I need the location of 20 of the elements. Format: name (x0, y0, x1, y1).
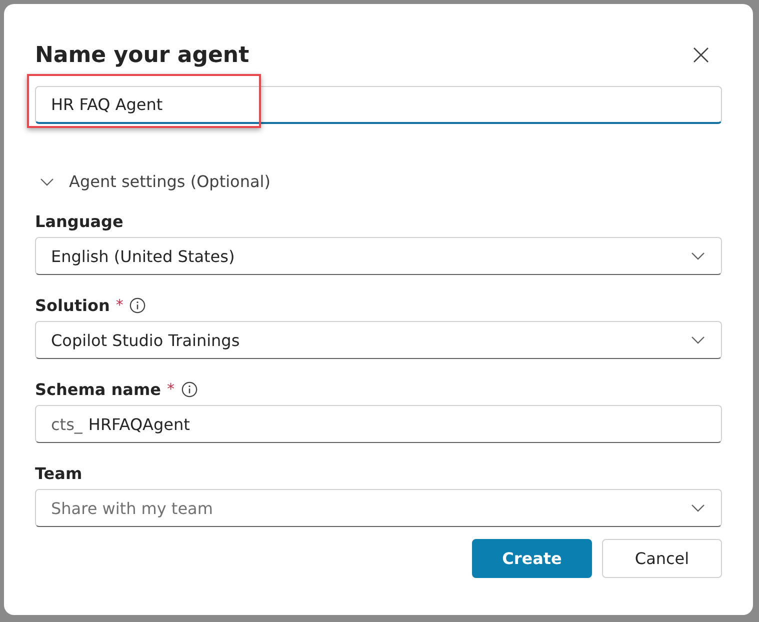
field-label: Solution (35, 296, 110, 314)
text-field[interactable]: cts_ HRFAQAgent (35, 405, 722, 443)
cancel-button[interactable]: Cancel (602, 539, 722, 578)
required-asterisk: * (167, 380, 174, 398)
dialog-title: Name your agent (35, 42, 250, 68)
field-label: Language (35, 212, 124, 230)
info-icon[interactable] (129, 296, 146, 314)
settings-toggle[interactable]: Agent settings (Optional) (39, 172, 270, 191)
create-button[interactable]: Create (472, 539, 592, 578)
field-label: Team (35, 464, 82, 482)
field-label: Schema name (35, 380, 161, 398)
required-asterisk: * (116, 296, 124, 314)
prefix-text: cts_ (51, 414, 82, 434)
dropdown[interactable]: Copilot Studio Trainings (35, 321, 722, 359)
info-icon[interactable] (180, 380, 198, 398)
close-icon (692, 46, 710, 64)
dropdown[interactable]: English (United States) (35, 237, 722, 275)
dropdown[interactable]: Share with my team (35, 489, 722, 527)
name-field[interactable]: HR FAQ Agent (35, 86, 722, 124)
field-value: HRFAQAgent (88, 414, 190, 434)
